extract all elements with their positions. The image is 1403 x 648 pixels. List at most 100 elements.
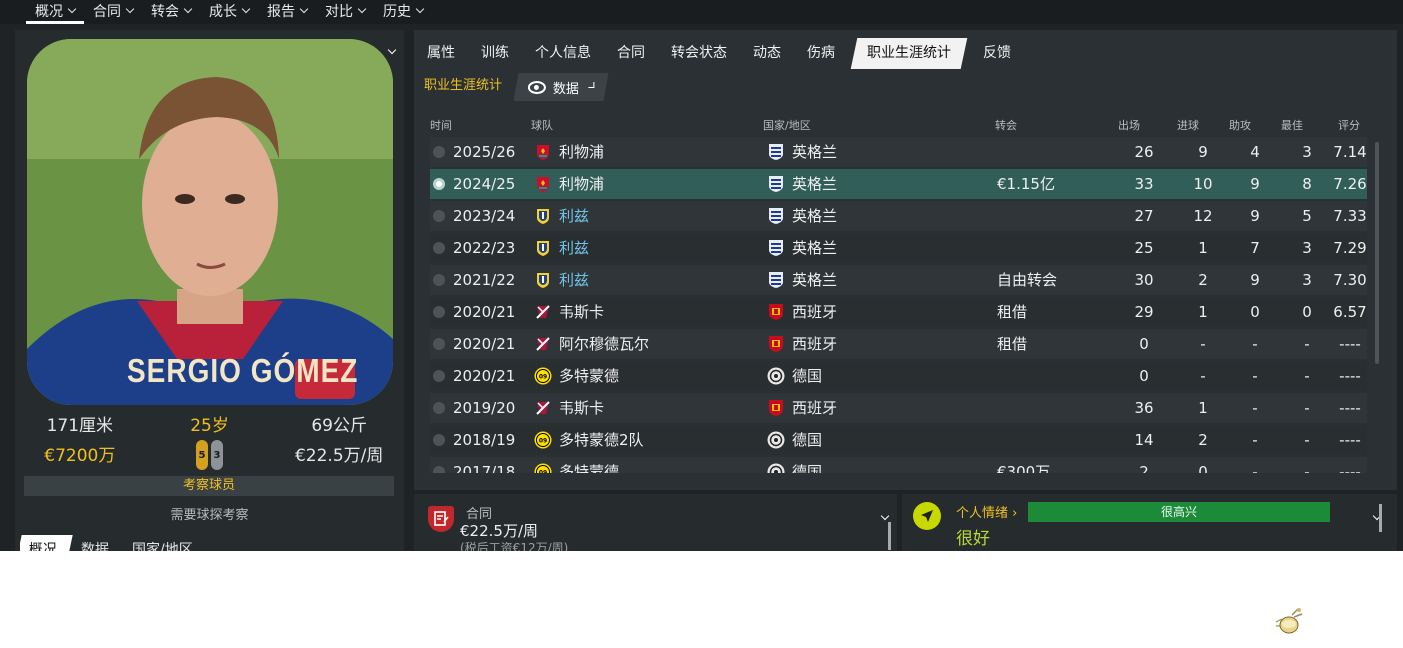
view-selector-button[interactable]: 数据 [513, 73, 609, 101]
row-radio-button[interactable] [433, 402, 445, 414]
rating-cell: 7.33 [1333, 207, 1367, 225]
fps-widget-icon[interactable] [1272, 606, 1308, 638]
rating-cell: ---- [1339, 335, 1361, 353]
table-row[interactable]: 2019/20 韦斯卡 西班牙 36 1- - ---- [430, 393, 1367, 423]
tab-contract[interactable]: 合同 [604, 38, 658, 69]
club-link[interactable]: 利兹 [559, 233, 589, 263]
rating-cell: 6.57 [1333, 303, 1367, 321]
table-row[interactable]: 2025/26 利物浦 英格兰 26 9 4 3 7.14 [430, 137, 1367, 167]
row-radio-button[interactable] [433, 274, 445, 286]
col-rating[interactable]: 评分 [1338, 117, 1360, 133]
scout-player-button[interactable]: 考察球员 [24, 476, 394, 496]
club-link[interactable]: 利兹 [559, 265, 589, 295]
nation-link[interactable]: 德国 [792, 457, 822, 473]
col-club[interactable]: 球队 [531, 117, 553, 133]
apps-cell: 36 [1134, 399, 1154, 417]
nav-reports[interactable]: 报告 [258, 0, 316, 21]
tab-personal[interactable]: 个人信息 [522, 38, 604, 69]
assists-cell: - [1252, 399, 1258, 417]
nation-link[interactable]: 英格兰 [792, 137, 837, 167]
tab-attributes[interactable]: 属性 [414, 38, 468, 69]
assists-cell: - [1252, 431, 1258, 449]
row-radio-button[interactable] [433, 338, 445, 350]
tab-career-stats[interactable]: 职业生涯统计 [850, 38, 968, 69]
table-row[interactable]: 2022/23 利兹 英格兰 25 1 7 3 7.29 [430, 233, 1367, 263]
row-radio-button[interactable] [433, 434, 445, 446]
table-row[interactable]: 2017/18 09 多特蒙德 德国 €300万 2 0- - ---- [430, 457, 1367, 473]
chevron-down-icon[interactable] [876, 504, 890, 523]
nation-link[interactable]: 英格兰 [792, 233, 837, 263]
transfer-cell: €300万 [997, 463, 1051, 473]
col-season[interactable]: 时间 [430, 117, 452, 133]
assists-cell: - [1252, 367, 1258, 385]
row-radio-button[interactable] [433, 146, 445, 158]
row-radio-button[interactable] [433, 306, 445, 318]
nation-link[interactable]: 西班牙 [792, 297, 837, 327]
left-tab-nation[interactable]: 国家/地区 [122, 535, 206, 551]
nation-link[interactable]: 德国 [792, 425, 822, 455]
table-scrollbar[interactable] [1375, 142, 1379, 364]
row-radio-button[interactable] [433, 210, 445, 222]
nation-link[interactable]: 英格兰 [792, 265, 837, 295]
mood-label[interactable]: 个人情绪 › [956, 502, 1017, 521]
svg-text:09: 09 [539, 438, 547, 445]
col-goals[interactable]: 进球 [1177, 117, 1199, 133]
col-transfer[interactable]: 转会 [995, 117, 1017, 133]
row-radio-button[interactable] [433, 466, 445, 473]
col-assists[interactable]: 助攻 [1229, 117, 1251, 133]
col-nation[interactable]: 国家/地区 [763, 117, 811, 133]
tab-injuries[interactable]: 伤病 [794, 38, 848, 69]
nation-link[interactable]: 英格兰 [792, 169, 837, 199]
row-radio-button[interactable] [433, 242, 445, 254]
season-cell: 2018/19 [453, 431, 516, 449]
row-radio-button[interactable] [433, 370, 445, 382]
contract-value: €22.5万/周 [460, 522, 538, 540]
chevron-down-icon [125, 4, 135, 13]
nation-link[interactable]: 西班牙 [792, 329, 837, 359]
nav-history[interactable]: 历史 [374, 0, 432, 21]
club-link[interactable]: 利物浦 [559, 169, 604, 199]
club-link[interactable]: 韦斯卡 [559, 297, 604, 327]
nation-link[interactable]: 德国 [792, 361, 822, 391]
goals-cell: 0 [1198, 463, 1208, 473]
tab-feedback[interactable]: 反馈 [970, 38, 1024, 69]
table-row[interactable]: 2018/19 09 多特蒙德2队 德国 14 2- - ---- [430, 425, 1367, 455]
goals-cell: 9 [1198, 143, 1208, 161]
table-row[interactable]: 2020/21 09 多特蒙德 德国 0- - - ---- [430, 361, 1367, 391]
club-link[interactable]: 韦斯卡 [559, 393, 604, 423]
goals-cell: 2 [1198, 271, 1208, 289]
left-tab-overview[interactable]: 概况 [20, 535, 73, 551]
nation-link[interactable]: 西班牙 [792, 393, 837, 423]
club-link[interactable]: 多特蒙德2队 [559, 425, 644, 455]
col-pom[interactable]: 最佳 [1281, 117, 1303, 133]
eye-icon [527, 80, 546, 94]
club-link[interactable]: 阿尔穆德瓦尔 [559, 329, 649, 359]
nav-history-label: 历史 [383, 3, 411, 20]
nav-compare[interactable]: 对比 [316, 0, 374, 21]
table-row[interactable]: 2024/25 利物浦 英格兰 €1.15亿 33 10 9 8 7.26 [430, 169, 1367, 199]
nation-link[interactable]: 英格兰 [792, 201, 837, 231]
tab-news[interactable]: 动态 [740, 38, 794, 69]
collapse-icon[interactable] [383, 38, 397, 57]
club-link[interactable]: 多特蒙德 [559, 457, 619, 473]
col-apps[interactable]: 出场 [1118, 117, 1140, 133]
left-tab-stats[interactable]: 数据 [71, 535, 122, 551]
club-link[interactable]: 利兹 [559, 201, 589, 231]
row-radio-button[interactable] [433, 178, 445, 190]
nav-transfer[interactable]: 转会 [142, 0, 200, 21]
transfer-cell: 租借 [997, 303, 1028, 321]
view-selector-label: 数据 [552, 81, 579, 97]
table-row[interactable]: 2021/22 利兹 英格兰 自由转会 30 2 9 3 7.30 [430, 265, 1367, 295]
club-link[interactable]: 多特蒙德 [559, 361, 619, 391]
nav-development[interactable]: 成长 [200, 0, 258, 21]
table-row[interactable]: 2020/21 韦斯卡 西班牙 租借 29 1 0 0 6.57 [430, 297, 1367, 327]
table-row[interactable]: 2020/21 阿尔穆德瓦尔 西班牙 租借 0- - - ---- [430, 329, 1367, 359]
tab-transfer-status[interactable]: 转会状态 [658, 38, 740, 69]
club-link[interactable]: 利物浦 [559, 137, 604, 167]
nav-overview[interactable]: 概况 [26, 0, 84, 24]
mood-value: 很好 [956, 529, 990, 549]
tab-training[interactable]: 训练 [468, 38, 522, 69]
nav-contract[interactable]: 合同 [84, 0, 142, 21]
bvb-crest-icon: 09 [534, 463, 552, 473]
table-row[interactable]: 2023/24 利兹 英格兰 27 12 9 5 7.33 [430, 201, 1367, 231]
